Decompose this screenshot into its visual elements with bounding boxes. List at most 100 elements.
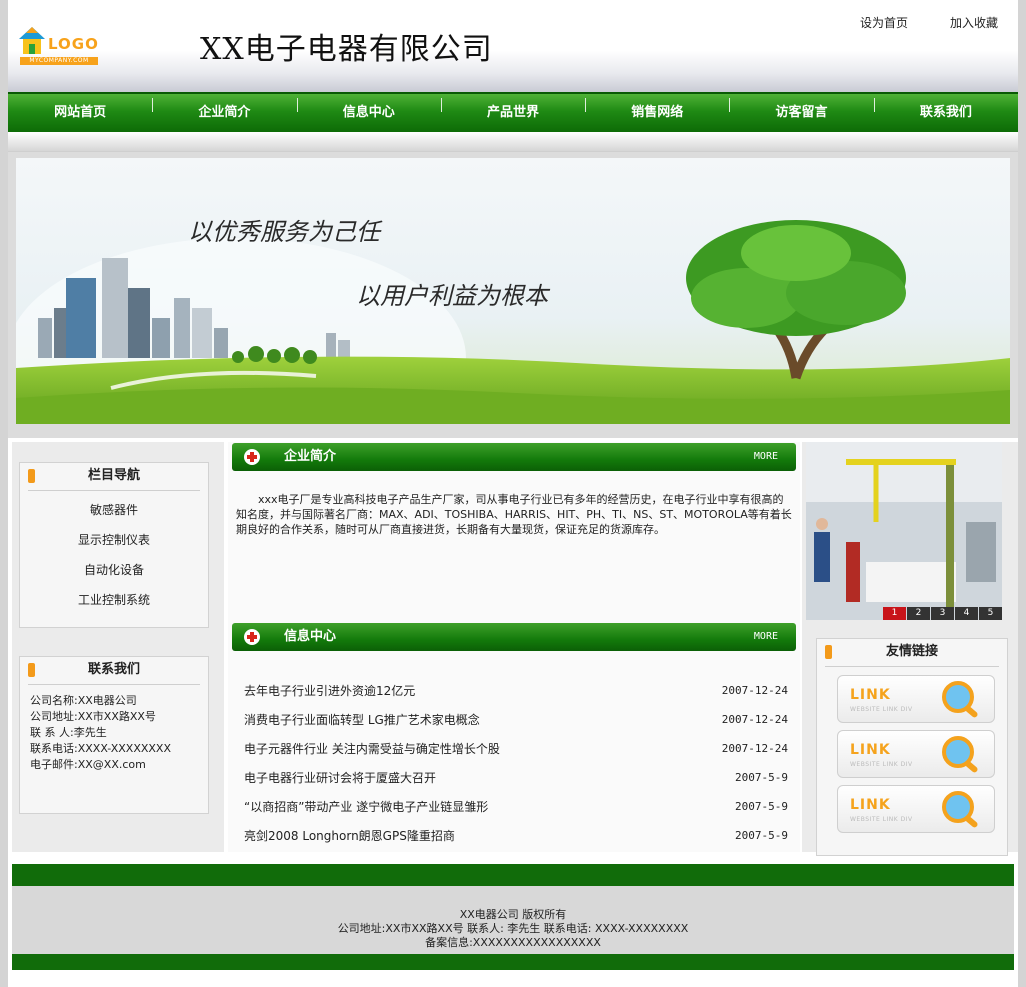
contact-info: 公司名称:XX电器公司 公司地址:XX市XX路XX号 联 系 人:李先生 联系电… [20,685,208,781]
main-content: 企业简介 MORE xxx电子厂是专业高科技电子产品生产厂家，司从事电子行业已有… [228,442,800,852]
news-item-date: 2007-5-9 [735,829,788,842]
friend-links-box: 友情链接 LINK WEBSITE LINK DIV LINK WEBSITE … [816,638,1008,856]
contact-box: 联系我们 公司名称:XX电器公司 公司地址:XX市XX路XX号 联 系 人:李先… [19,656,209,814]
column-nav-title: 栏目导航 [87,468,140,483]
footer-copyright: XX电器公司 版权所有 [459,908,567,921]
house-icon [19,27,45,54]
news-item[interactable]: 消费电子行业面临转型 LG推广艺术家电概念 2007-12-24 [244,705,788,734]
banner: 以优秀服务为己任 以用户利益为根本 [16,158,1010,424]
column-nav-item-display-instruments[interactable]: 显示控制仪表 [20,525,208,555]
news-title: 信息中心 [284,629,337,644]
banner-frame: 以优秀服务为己任 以用户利益为根本 [8,152,1018,438]
set-home-link[interactable]: 设为首页 [860,14,908,31]
banner-slogan-2: 以用户利益为根本 [356,282,551,310]
news-item-date: 2007-5-9 [735,800,788,813]
pager-button-2[interactable]: 2 [907,607,930,620]
contact-email: 电子邮件:XX@XX.com [30,758,146,771]
main-nav: 网站首页 企业简介 信息中心 产品世界 销售网络 访客留言 联系我们 [8,92,1018,132]
page: LOGO MYCOMPANY.COM XX电子电器有限公司 设为首页 加入收藏 … [8,0,1018,987]
nav-item-guestbook[interactable]: 访客留言 [729,94,873,132]
factory-photo [806,442,1002,620]
friend-links-title: 友情链接 [885,644,938,659]
contact-company: 公司名称:XX电器公司 [30,694,137,707]
magnifier-icon [942,681,978,718]
site-title: XX电子电器有限公司 [200,32,493,67]
friend-links-title-wrap: 友情链接 [825,639,999,667]
link-sublabel: WEBSITE LINK DIV [850,706,913,713]
right-sidebar: 1 2 3 4 5 友情链接 LINK WEBSITE LINK DIV LIN… [802,442,1018,856]
news-item[interactable]: “以商招商”带动产业 遂宁微电子产业链显雏形 2007-5-9 [244,792,788,821]
nav-item-products[interactable]: 产品世界 [440,94,585,132]
news-item[interactable]: 亮剑2008 Longhorn朗恩GPS隆重招商 2007-5-9 [244,821,788,850]
logo-text: LOGO [48,35,99,53]
bullet-icon [825,645,832,659]
logo[interactable]: LOGO MYCOMPANY.COM [18,26,100,68]
column-nav-item-industrial-control[interactable]: 工业控制系统 [20,585,208,615]
news-item-title[interactable]: “以商招商”带动产业 遂宁微电子产业链显雏形 [244,798,488,815]
contact-address: 公司地址:XX市XX路XX号 [30,710,156,723]
bullet-icon [28,469,35,483]
logo-subtext: MYCOMPANY.COM [20,57,98,65]
column-nav-item-sensors[interactable]: 敏感器件 [20,495,208,525]
news-item-date: 2007-12-24 [721,742,788,755]
link-label: LINK [850,687,891,703]
bullet-icon [28,663,35,677]
contact-title-wrap: 联系我们 [28,657,200,685]
friend-link-2[interactable]: LINK WEBSITE LINK DIV [837,730,995,778]
header: LOGO MYCOMPANY.COM XX电子电器有限公司 设为首页 加入收藏 [8,0,1018,92]
magnifier-icon [942,791,978,828]
link-sublabel: WEBSITE LINK DIV [850,761,913,768]
plus-icon [244,449,260,465]
top-links: 设为首页 加入收藏 [860,14,998,31]
pager-button-3[interactable]: 3 [931,607,954,620]
nav-item-about[interactable]: 企业简介 [152,94,296,132]
product-slideshow[interactable]: 1 2 3 4 5 [806,442,1002,620]
intro-header: 企业简介 MORE [232,443,796,471]
friend-link-3[interactable]: LINK WEBSITE LINK DIV [837,785,995,833]
link-sublabel: WEBSITE LINK DIV [850,816,913,823]
news-item-date: 2007-5-9 [735,771,788,784]
news-more-link[interactable]: MORE [754,623,778,651]
footer-top-bar [12,864,1014,886]
nav-item-sales[interactable]: 销售网络 [585,94,729,132]
news-item[interactable]: 电子电器行业研讨会将于厦盛大召开 2007-5-9 [244,763,788,792]
news-item-date: 2007-12-24 [721,713,788,726]
pager-button-4[interactable]: 4 [955,607,978,620]
contact-title: 联系我们 [87,662,140,677]
magnifier-icon [942,736,978,773]
footer-bottom-bar [12,954,1014,970]
footer-address: 公司地址:XX市XX路XX号 联系人: 李先生 联系电话: XXXX-XXXXX… [337,922,689,935]
news-item-title[interactable]: 电子元器件行业 关注内需受益与确定性增长个股 [244,740,500,757]
news-item-title[interactable]: 亮剑2008 Longhorn朗恩GPS隆重招商 [244,827,455,844]
column-nav-list: 敏感器件 显示控制仪表 自动化设备 工业控制系统 [20,491,208,615]
link-label: LINK [850,742,891,758]
banner-slogan-1: 以优秀服务为己任 [188,218,383,246]
nav-item-contact[interactable]: 联系我们 [873,94,1018,132]
left-sidebar: 栏目导航 敏感器件 显示控制仪表 自动化设备 工业控制系统 联系我们 公司名称:… [12,442,224,852]
news-item-title[interactable]: 消费电子行业面临转型 LG推广艺术家电概念 [244,711,480,728]
footer: XX电器公司 版权所有 公司地址:XX市XX路XX号 联系人: 李先生 联系电话… [12,886,1014,954]
nav-divider-strip [8,132,1018,152]
nav-item-home[interactable]: 网站首页 [8,94,152,132]
news-item-date: 2007-12-24 [721,684,788,697]
news-list: 去年电子行业引进外资逾12亿元 2007-12-24 消费电子行业面临转型 LG推… [244,676,788,850]
news-item-title[interactable]: 去年电子行业引进外资逾12亿元 [244,682,415,699]
banner-image: 以优秀服务为己任 以用户利益为根本 [16,158,1010,424]
column-nav-item-automation[interactable]: 自动化设备 [20,555,208,585]
news-item[interactable]: 电子元器件行业 关注内需受益与确定性增长个股 2007-12-24 [244,734,788,763]
column-nav-box: 栏目导航 敏感器件 显示控制仪表 自动化设备 工业控制系统 [19,462,209,628]
contact-phone: 联系电话:XXXX-XXXXXXXX [30,742,172,755]
link-label: LINK [850,797,891,813]
plus-icon [244,629,260,645]
nav-item-info[interactable]: 信息中心 [296,94,441,132]
news-item-title[interactable]: 电子电器行业研讨会将于厦盛大召开 [244,769,436,786]
add-favorite-link[interactable]: 加入收藏 [950,14,998,31]
friend-link-1[interactable]: LINK WEBSITE LINK DIV [837,675,995,723]
footer-record: 备案信息:XXXXXXXXXXXXXXXXX [425,936,601,949]
news-item[interactable]: 去年电子行业引进外资逾12亿元 2007-12-24 [244,676,788,705]
column-nav-title-wrap: 栏目导航 [28,463,200,491]
intro-title: 企业简介 [284,449,337,464]
pager-button-1[interactable]: 1 [883,607,906,620]
pager-button-5[interactable]: 5 [979,607,1002,620]
intro-more-link[interactable]: MORE [754,443,778,471]
